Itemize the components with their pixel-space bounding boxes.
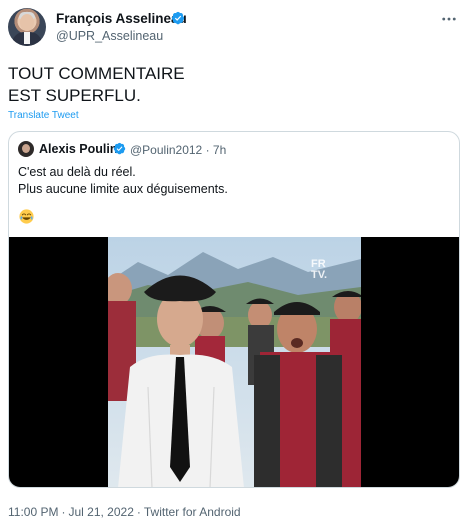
joy-emoji-icon: [19, 209, 34, 224]
verified-badge-icon: [113, 142, 126, 155]
watermark-line: TV.: [311, 269, 328, 281]
quoted-tweet[interactable]: Alexis Poulin @Poulin2012 · 7h C'est au …: [8, 131, 460, 488]
tweet-text: TOUT COMMENTAIRE EST SUPERFLU.: [8, 63, 448, 107]
tweet-date[interactable]: Jul 21, 2022: [68, 505, 133, 519]
author-name[interactable]: François Asselineau: [56, 11, 187, 26]
author-avatar[interactable]: [8, 8, 46, 46]
verified-badge-icon: [171, 11, 185, 25]
tweet-source[interactable]: Twitter for Android: [144, 505, 241, 519]
video-watermark: FR TV.: [311, 259, 327, 281]
translate-tweet-link[interactable]: Translate Tweet: [8, 110, 79, 121]
tweet: François Asselineau @UPR_Asselineau TOUT…: [0, 0, 467, 522]
quoted-author-name[interactable]: Alexis Poulin: [39, 142, 118, 156]
quoted-author-avatar[interactable]: [18, 141, 34, 157]
quoted-avatar-face: [22, 144, 30, 153]
quoted-tweet-text: C'est au delà du réel. Plus aucune limit…: [18, 164, 228, 198]
quoted-author-handle[interactable]: @Poulin2012 · 7h: [130, 143, 226, 157]
video-player[interactable]: FR TV.: [9, 237, 459, 487]
video-frame: FR TV.: [108, 237, 361, 487]
avatar-face: [20, 14, 34, 31]
quoted-text-line: Plus aucune limite aux déguisements.: [18, 182, 228, 196]
tweet-metadata: 11:00 PM · Jul 21, 2022 · Twitter for Androi…: [8, 505, 241, 519]
tweet-text-line: TOUT COMMENTAIRE: [8, 64, 185, 83]
quoted-text-line: C'est au delà du réel.: [18, 165, 136, 179]
more-options-icon[interactable]: [440, 10, 458, 28]
separator: ·: [61, 505, 66, 519]
tweet-text-line: EST SUPERFLU.: [8, 86, 141, 105]
avatar-shirt: [24, 32, 30, 44]
separator: ·: [136, 505, 141, 519]
author-handle[interactable]: @UPR_Asselineau: [56, 29, 163, 43]
tweet-time[interactable]: 11:00 PM: [8, 505, 58, 519]
